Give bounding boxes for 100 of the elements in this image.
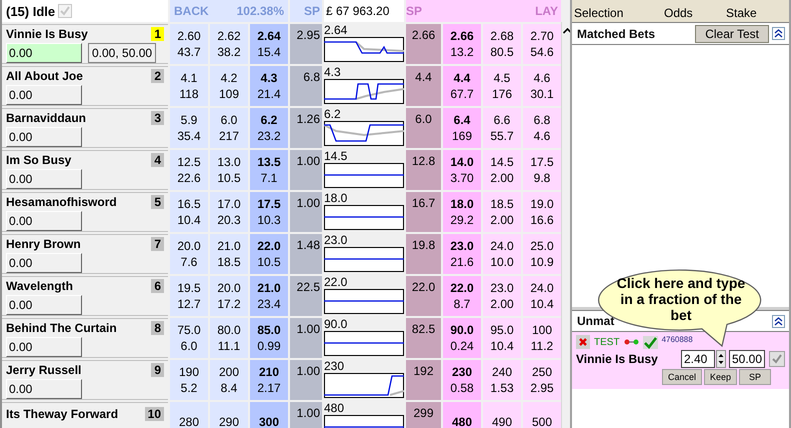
price-button[interactable]: 4.1 118 [170, 66, 208, 106]
sp-price: 6.8 [303, 70, 320, 84]
price-button[interactable]: 4.5 176 [483, 66, 521, 106]
sp-price: 1.00 [296, 196, 320, 210]
price-button[interactable]: 21.0 23.4 [250, 276, 288, 316]
price-button[interactable]: 18.0 29.2 [443, 192, 481, 232]
price-button[interactable]: 23.0 2.00 [483, 276, 521, 316]
price-button[interactable]: 240 1.53 [483, 360, 521, 400]
price-button[interactable]: 2.62 38.2 [210, 24, 248, 64]
price-button[interactable]: 200 8.4 [210, 360, 248, 400]
price-button[interactable]: 480 [443, 402, 481, 428]
price-button[interactable]: 95.0 10.4 [483, 318, 521, 358]
price-button[interactable]: 230 0.58 [443, 360, 481, 400]
runner-name: Vinnie Is Busy [6, 27, 88, 41]
price-button[interactable]: 4.3 21.4 [250, 66, 288, 106]
column-heading: SP [406, 4, 422, 18]
stake-field[interactable]: 0.00 [6, 127, 82, 147]
price-button[interactable]: 17.0 20.3 [210, 192, 248, 232]
runner-number: 6 [151, 279, 164, 293]
price-button[interactable]: 2.64 15.4 [250, 24, 288, 64]
price-button[interactable]: 24.0 10.0 [483, 234, 521, 274]
last-price: 230 [324, 360, 346, 373]
price-button[interactable]: 6.6 55.7 [483, 108, 521, 148]
stake-field[interactable]: 0.00 [6, 295, 82, 315]
price-button[interactable]: 80.0 11.1 [210, 318, 248, 358]
price-button[interactable]: 23.0 21.6 [443, 234, 481, 274]
sp-price: 22.0 [412, 280, 436, 294]
price-button[interactable]: 13.5 7.1 [250, 150, 288, 190]
price-button[interactable]: 2.60 43.7 [170, 24, 208, 64]
stake-button[interactable]: 0.00, 50.00 [88, 43, 156, 63]
runner-name: Its Theway Forward [6, 406, 118, 420]
sp-price: 4.4 [415, 70, 432, 84]
clear-test-button[interactable]: Clear Test [695, 24, 769, 42]
price-button[interactable]: 24.0 10.4 [523, 276, 561, 316]
price-button[interactable]: 6.0 217 [210, 108, 248, 148]
price-button[interactable]: 4.2 109 [210, 66, 248, 106]
price-button[interactable]: 6.4 169 [443, 108, 481, 148]
price-button[interactable]: 210 2.17 [250, 360, 288, 400]
price-button[interactable]: 500 [523, 402, 561, 428]
price-button[interactable]: 490 [483, 402, 521, 428]
price-button[interactable]: 20.0 7.6 [170, 234, 208, 274]
price-button[interactable]: 19.5 12.7 [170, 276, 208, 316]
sp-price: 12.8 [412, 154, 436, 168]
collapse-icon[interactable] [772, 314, 785, 328]
stake-field[interactable]: 0.00 [6, 211, 82, 231]
price-button[interactable]: 16.5 10.4 [170, 192, 208, 232]
odds-field[interactable]: 2.40 [681, 350, 715, 368]
price-button[interactable]: 290 [210, 402, 248, 428]
stake-field[interactable]: 0.00 [6, 379, 82, 399]
price-button[interactable]: 6.2 23.2 [250, 108, 288, 148]
stake-field[interactable]: 0.00 [6, 85, 82, 105]
price-button[interactable]: 85.0 0.99 [250, 318, 288, 358]
price-button[interactable]: 21.0 18.5 [210, 234, 248, 274]
price-button[interactable]: 12.5 22.6 [170, 150, 208, 190]
runner-name: Vinnie Is Busy [576, 352, 658, 366]
price-button[interactable]: 90.0 0.24 [443, 318, 481, 358]
bet-action-button[interactable]: Cancel [662, 369, 702, 385]
price-button[interactable]: 18.5 2.00 [483, 192, 521, 232]
last-price: 2.64 [324, 24, 348, 37]
price-button[interactable]: 22.0 10.5 [250, 234, 288, 274]
price-button[interactable]: 17.5 10.3 [250, 192, 288, 232]
price-button[interactable]: 25.0 10.9 [523, 234, 561, 274]
sp-price: 1.00 [296, 364, 320, 378]
cancel-icon[interactable] [576, 335, 590, 349]
price-button[interactable]: 2.66 13.2 [443, 24, 481, 64]
price-button[interactable]: 300 [250, 402, 288, 428]
price-button[interactable]: 75.0 6.0 [170, 318, 208, 358]
price-button[interactable]: 14.0 3.70 [443, 150, 481, 190]
price-button[interactable]: 5.9 35.4 [170, 108, 208, 148]
price-button[interactable]: 22.0 8.7 [443, 276, 481, 316]
price-button[interactable]: 4.4 67.7 [443, 66, 481, 106]
stake-field[interactable]: 0.00 [6, 253, 82, 273]
price-button[interactable]: 280 [170, 402, 208, 428]
price-button[interactable]: 20.0 17.2 [210, 276, 248, 316]
price-button[interactable]: 19.0 16.6 [523, 192, 561, 232]
stake-field[interactable]: 50.00 [729, 350, 765, 368]
idle-checkbox[interactable] [58, 4, 72, 18]
price-button[interactable]: 190 5.2 [170, 360, 208, 400]
collapse-icon[interactable] [772, 27, 785, 40]
price-button[interactable]: 100 11.2 [523, 318, 561, 358]
price-button[interactable]: 4.6 30.1 [523, 66, 561, 106]
sp-price: 1.48 [296, 238, 320, 252]
price-button[interactable]: 2.70 54.6 [523, 24, 561, 64]
price-button[interactable]: 14.5 2.00 [483, 150, 521, 190]
last-price: 480 [324, 402, 346, 415]
callout-text: Click here and type in a fraction of the bet [616, 275, 746, 323]
runner-number: 5 [151, 195, 164, 209]
price-button[interactable]: 17.5 9.8 [523, 150, 561, 190]
price-button[interactable]: 6.8 4.6 [523, 108, 561, 148]
price-button[interactable]: 13.0 10.5 [210, 150, 248, 190]
spinner-icon[interactable] [716, 350, 726, 368]
stake-field[interactable]: 0.00 [6, 169, 82, 189]
price-button[interactable]: 250 2.95 [523, 360, 561, 400]
runner-name: Hesamanofhisword [6, 195, 117, 209]
stake-field[interactable]: 0.00 [6, 43, 82, 63]
sp-price: 192 [413, 364, 434, 378]
bet-action-button[interactable]: SP [739, 369, 771, 385]
stake-field[interactable]: 0.00 [6, 337, 82, 357]
bet-action-button[interactable]: Keep [704, 369, 737, 385]
price-button[interactable]: 2.68 80.5 [483, 24, 521, 64]
